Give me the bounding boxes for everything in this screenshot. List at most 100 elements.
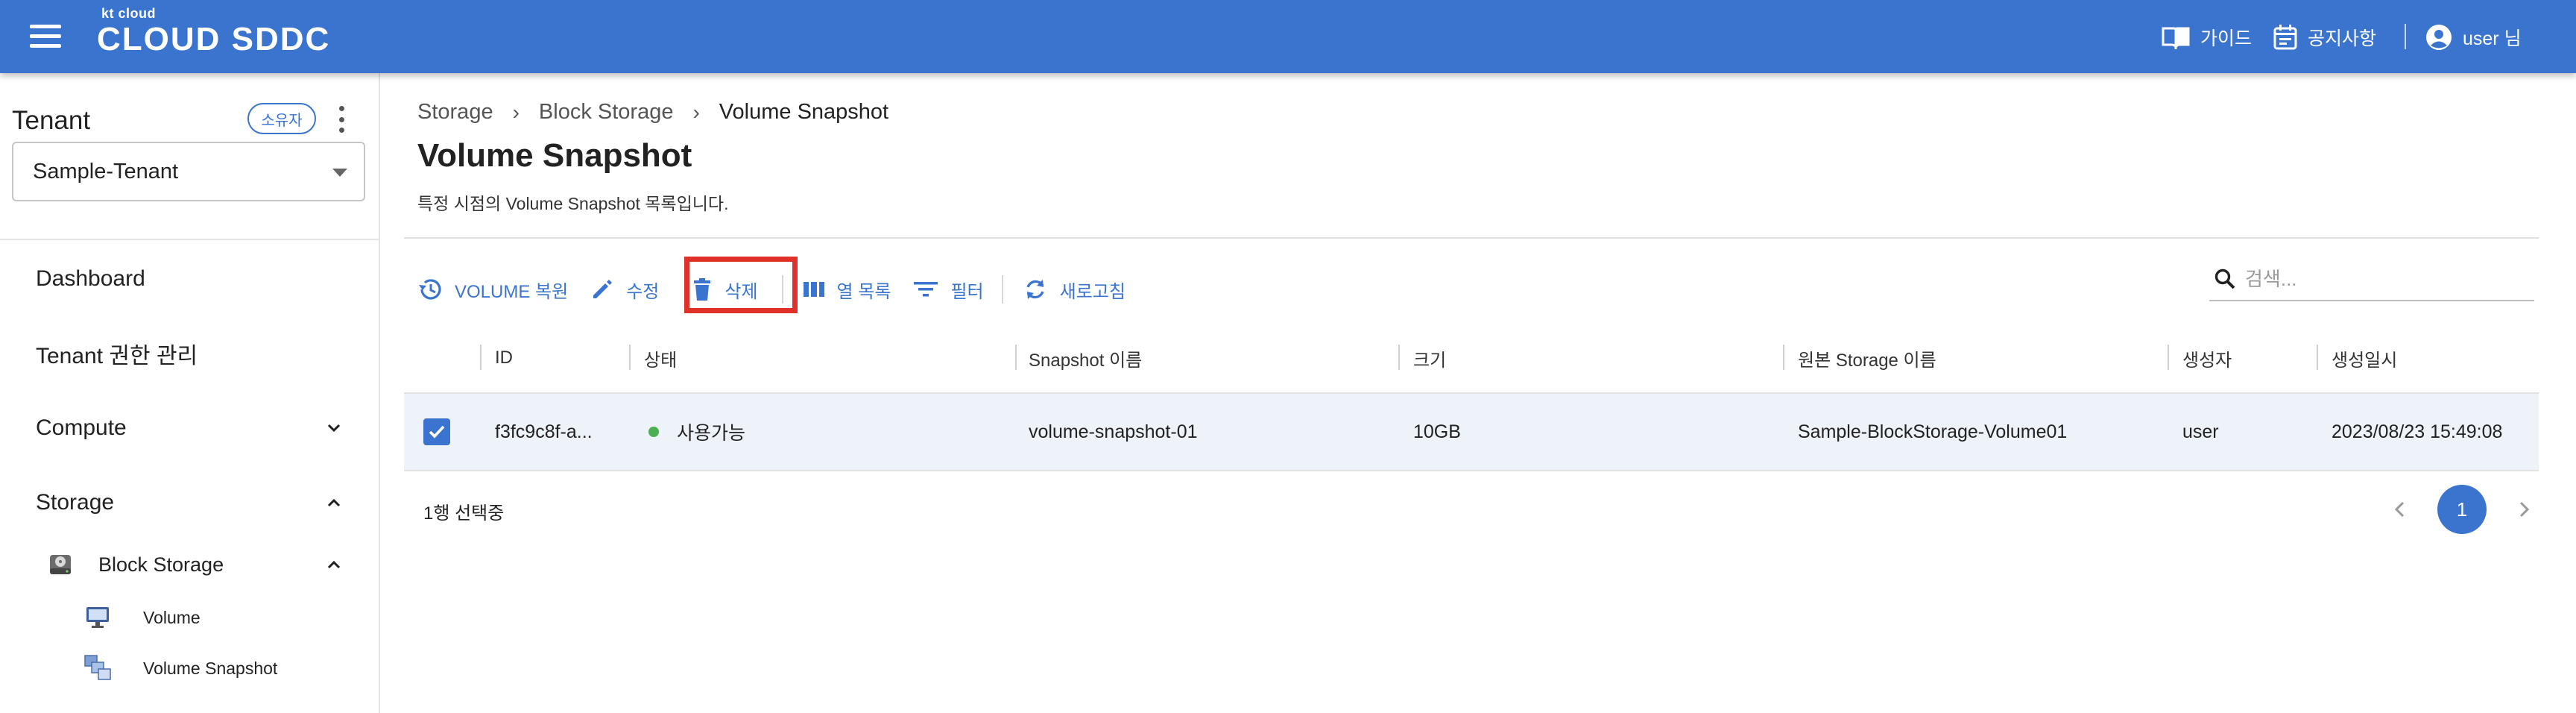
column-divider bbox=[480, 345, 482, 370]
filter-button[interactable]: 필터 bbox=[913, 268, 984, 310]
search-icon bbox=[2214, 268, 2235, 289]
breadcrumb-block-storage[interactable]: Block Storage bbox=[539, 100, 674, 125]
toolbar-divider bbox=[1001, 275, 1003, 304]
edit-button[interactable]: 수정 bbox=[590, 268, 659, 310]
sidebar-item-compute[interactable]: Compute bbox=[0, 406, 379, 450]
search-input[interactable] bbox=[2245, 267, 2521, 291]
column-header-created-at[interactable]: 생성일시 bbox=[2332, 324, 2397, 392]
sidebar-item-tenant-permissions[interactable]: Tenant 권한 관리 bbox=[0, 331, 379, 376]
check-icon bbox=[429, 425, 445, 439]
column-divider bbox=[1015, 345, 1017, 370]
refresh-button[interactable]: 새로고침 bbox=[1023, 268, 1126, 310]
pencil-icon bbox=[593, 280, 613, 298]
cell-snapshot-name: volume-snapshot-01 bbox=[1029, 421, 1198, 442]
menu-toggle-icon[interactable] bbox=[30, 25, 61, 48]
chevron-right-icon: › bbox=[692, 100, 700, 124]
notice-label: 공지사항 bbox=[2308, 28, 2377, 49]
cell-creator: user bbox=[2182, 421, 2219, 442]
page-title: Volume Snapshot bbox=[417, 137, 692, 174]
restore-volume-label: VOLUME 복원 bbox=[455, 281, 569, 302]
page-description: 특정 시점의 Volume Snapshot 목록입니다. bbox=[417, 194, 729, 213]
column-divider bbox=[2168, 345, 2169, 370]
more-vert-icon[interactable] bbox=[334, 106, 349, 133]
filter-icon bbox=[914, 282, 938, 297]
sidebar-divider bbox=[0, 239, 379, 240]
guide-link[interactable]: 가이드 bbox=[2162, 22, 2252, 52]
cell-size: 10GB bbox=[1413, 421, 1461, 442]
sidebar-item-label: Dashboard bbox=[36, 266, 145, 291]
sidebar-item-block-storage[interactable]: Block Storage bbox=[0, 544, 379, 585]
account-circle-icon bbox=[2426, 25, 2452, 50]
pagination: 1 bbox=[2385, 485, 2539, 534]
column-header-size[interactable]: 크기 bbox=[1413, 324, 1446, 392]
monitor-icon bbox=[86, 607, 109, 628]
page-number-current[interactable]: 1 bbox=[2437, 485, 2487, 534]
cell-status: 사용가능 bbox=[648, 394, 745, 470]
user-label: user 님 bbox=[2463, 28, 2522, 49]
column-divider bbox=[629, 345, 631, 370]
history-icon bbox=[419, 279, 441, 300]
chevron-up-icon bbox=[327, 560, 341, 569]
sidebar: Tenant 소유자 Sample-Tenant Dashboard Tenan… bbox=[0, 73, 380, 713]
tenant-title: Tenant bbox=[12, 106, 91, 135]
sidebar-item-label: Block Storage bbox=[98, 553, 224, 576]
breadcrumb-storage[interactable]: Storage bbox=[417, 100, 493, 125]
columns-button[interactable]: 열 목록 bbox=[803, 268, 891, 310]
cell-created-at: 2023/08/23 15:49:08 bbox=[2332, 421, 2503, 442]
breadcrumb-current: Volume Snapshot bbox=[719, 100, 889, 124]
refresh-label: 새로고침 bbox=[1059, 281, 1126, 302]
sidebar-item-dashboard[interactable]: Dashboard bbox=[0, 257, 379, 301]
logo[interactable]: CLOUD SDDC bbox=[97, 21, 330, 58]
column-header-source-storage[interactable]: 원본 Storage 이름 bbox=[1798, 324, 1936, 392]
edit-label: 수정 bbox=[626, 281, 660, 302]
cell-source-storage: Sample-BlockStorage-Volume01 bbox=[1798, 421, 2068, 442]
calendar-icon bbox=[2273, 25, 2297, 50]
notice-link[interactable]: 공지사항 bbox=[2273, 22, 2376, 52]
owner-badge: 소유자 bbox=[247, 103, 316, 134]
book-icon bbox=[2162, 27, 2190, 49]
table-header: ID 상태 Snapshot 이름 크기 원본 Storage 이름 생성자 생… bbox=[404, 324, 2539, 392]
column-header-snapshot-name[interactable]: Snapshot 이름 bbox=[1029, 324, 1142, 392]
column-divider bbox=[2317, 345, 2318, 370]
restore-volume-button[interactable]: VOLUME 복원 bbox=[417, 268, 568, 310]
top-header: kt cloud CLOUD SDDC 가이드 공지사항 user 님 bbox=[0, 0, 2576, 73]
main-content: Storage › Block Storage › Volume Snapsho… bbox=[382, 73, 2576, 713]
view-column-icon bbox=[803, 282, 824, 297]
filter-label: 필터 bbox=[950, 281, 984, 302]
column-divider bbox=[1398, 345, 1400, 370]
dropdown-arrow-icon bbox=[332, 169, 347, 177]
next-page-icon[interactable] bbox=[2509, 494, 2539, 524]
sidebar-item-volume-snapshot[interactable]: Volume Snapshot bbox=[0, 650, 379, 686]
row-checkbox[interactable] bbox=[423, 418, 450, 445]
table-row[interactable]: f3fc9c8f-a... 사용가능 volume-snapshot-01 10… bbox=[404, 392, 2539, 471]
column-header-creator[interactable]: 생성자 bbox=[2182, 324, 2232, 392]
delete-button-highlight bbox=[684, 257, 798, 313]
hard-drive-icon bbox=[50, 555, 71, 574]
sidebar-item-label: Storage bbox=[36, 490, 115, 515]
tenant-select[interactable]: Sample-Tenant bbox=[12, 142, 365, 201]
chevron-right-icon: › bbox=[512, 100, 520, 124]
guide-label: 가이드 bbox=[2200, 28, 2253, 49]
sidebar-item-storage[interactable]: Storage bbox=[0, 480, 379, 525]
search-field bbox=[2209, 258, 2534, 301]
refresh-icon bbox=[1026, 280, 1044, 299]
logo-subtitle: kt cloud bbox=[101, 6, 157, 21]
sidebar-item-label: Tenant 권한 관리 bbox=[36, 344, 198, 368]
sidebar-item-volume[interactable]: Volume bbox=[0, 600, 379, 635]
status-label: 사용가능 bbox=[677, 423, 746, 444]
selection-count: 1행 선택중 bbox=[423, 503, 505, 524]
columns-label: 열 목록 bbox=[836, 281, 891, 302]
column-divider bbox=[1783, 345, 1784, 370]
prev-page-icon[interactable] bbox=[2385, 494, 2415, 524]
snapshot-table: ID 상태 Snapshot 이름 크기 원본 Storage 이름 생성자 생… bbox=[404, 324, 2539, 471]
user-menu[interactable]: user 님 bbox=[2425, 22, 2522, 52]
header-divider bbox=[2405, 24, 2406, 49]
breadcrumb: Storage › Block Storage › Volume Snapsho… bbox=[417, 100, 888, 125]
column-header-status[interactable]: 상태 bbox=[644, 324, 677, 392]
snapshot-copy-icon bbox=[84, 655, 111, 680]
column-header-id[interactable]: ID bbox=[495, 324, 513, 392]
divider bbox=[404, 237, 2539, 239]
tenant-select-value: Sample-Tenant bbox=[33, 159, 179, 183]
chevron-down-icon bbox=[327, 424, 341, 433]
sidebar-item-label: Volume Snapshot bbox=[143, 658, 278, 678]
